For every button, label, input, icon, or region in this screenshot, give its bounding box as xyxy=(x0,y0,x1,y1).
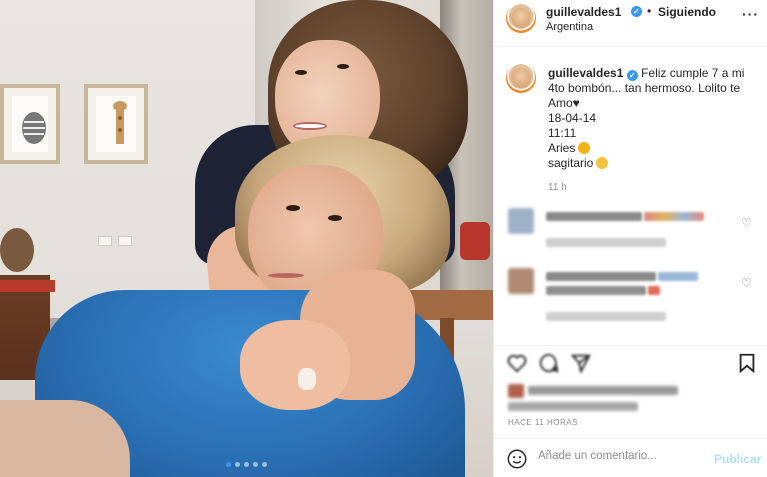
comment-item: ♡ xyxy=(508,268,758,328)
author-username[interactable]: guillevaldes1 xyxy=(546,5,621,19)
comment-emoji-blurred xyxy=(644,212,704,221)
header-separator: • xyxy=(647,4,652,18)
mom-eye xyxy=(286,205,300,211)
post-photo[interactable] xyxy=(0,0,493,477)
carousel-dot[interactable] xyxy=(262,462,267,467)
carousel-dot[interactable] xyxy=(253,462,258,467)
caption-sagitario-text: sagitario xyxy=(548,156,594,170)
share-icon[interactable] xyxy=(570,352,592,374)
commenter-avatar[interactable] xyxy=(508,208,534,234)
bookmark-icon[interactable] xyxy=(736,352,758,374)
like-icon[interactable] xyxy=(506,352,528,374)
add-comment-bar: Publicar xyxy=(494,438,767,477)
verified-badge-icon: ✓ xyxy=(626,70,638,81)
giraffe-picture xyxy=(84,84,148,164)
post-timestamp: HACE 11 HORAS xyxy=(508,418,578,427)
caption-aries-line: Aries xyxy=(548,141,748,156)
likes-text-blurred xyxy=(528,386,678,395)
comment-text-blurred xyxy=(546,212,642,221)
post-actions xyxy=(494,345,767,411)
likes-avatar-blurred xyxy=(508,384,524,398)
photo-shelf-top xyxy=(0,280,55,292)
caption-username[interactable]: guillevaldes1 xyxy=(548,66,623,80)
carousel-dot[interactable] xyxy=(226,462,231,467)
comment-icon[interactable] xyxy=(538,352,560,374)
caption-author-avatar[interactable] xyxy=(506,63,536,93)
teddy-toy xyxy=(0,228,34,272)
wall-socket xyxy=(118,236,132,246)
emoji-icon[interactable] xyxy=(506,448,528,470)
carousel-indicator xyxy=(226,462,267,467)
comment-text-blurred xyxy=(546,272,656,281)
boy-eye xyxy=(337,64,349,69)
caption-age[interactable]: 11 h xyxy=(548,182,567,193)
comment-meta-blurred xyxy=(546,238,666,247)
post-caption: guillevaldes1 ✓ Feliz cumple 7 a mi 4to … xyxy=(548,66,748,171)
comment-input[interactable] xyxy=(538,450,703,462)
smile-emoji-icon xyxy=(596,157,609,169)
zebra-picture xyxy=(0,84,60,164)
verified-badge-icon: ✓ xyxy=(631,6,642,17)
commenter-avatar[interactable] xyxy=(508,268,534,294)
caption-aries-text: Aries xyxy=(548,141,576,155)
comment-meta-blurred xyxy=(546,312,666,321)
carousel-dot[interactable] xyxy=(244,462,249,467)
comment-emoji-blurred xyxy=(648,286,660,295)
mom-mouth xyxy=(268,273,304,278)
following-button[interactable]: Siguiendo xyxy=(658,5,716,19)
sun-emoji-icon xyxy=(578,142,591,154)
toy xyxy=(460,222,490,260)
finger-bandage xyxy=(298,368,316,390)
comment-item: ♡ xyxy=(508,208,758,260)
caption-time-line: 11:11 xyxy=(548,126,577,140)
comment-emoji-blurred xyxy=(658,272,698,281)
author-avatar[interactable] xyxy=(506,3,536,33)
mom-eye xyxy=(328,215,342,221)
caption-sagitario-line: sagitario xyxy=(548,156,748,171)
post-location[interactable]: Argentina xyxy=(546,21,593,33)
comment-like-icon[interactable]: ♡ xyxy=(741,216,752,230)
boy-mouth xyxy=(293,122,327,130)
more-options-icon[interactable]: ··· xyxy=(742,6,759,22)
boy-hands xyxy=(240,320,350,410)
boy-eye xyxy=(295,70,307,75)
likes-text-blurred xyxy=(508,402,638,411)
wall-socket xyxy=(98,236,112,246)
caption-date-line: 18-04-14 xyxy=(548,111,597,125)
comment-like-icon[interactable]: ♡ xyxy=(741,276,752,290)
post-side-panel: guillevaldes1 ✓ • Siguiendo Argentina ··… xyxy=(493,0,767,477)
comment-text-blurred xyxy=(546,286,646,295)
publish-button[interactable]: Publicar xyxy=(714,452,761,466)
carousel-dot[interactable] xyxy=(235,462,240,467)
post-header: guillevaldes1 ✓ • Siguiendo Argentina ··… xyxy=(494,0,767,47)
